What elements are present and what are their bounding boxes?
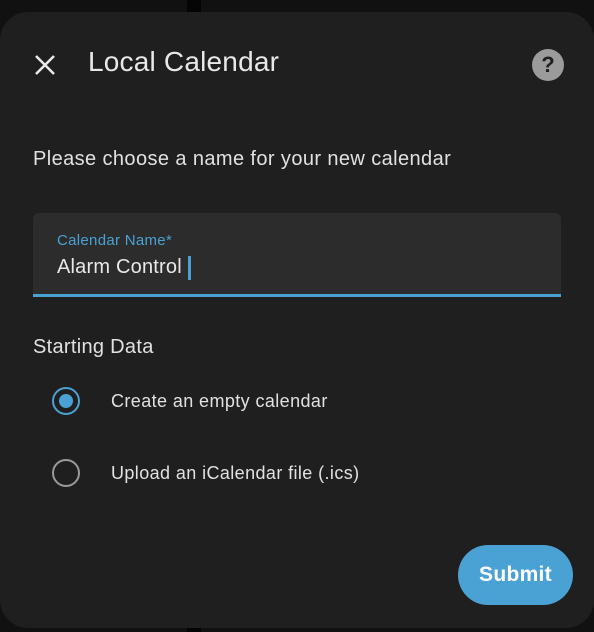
help-circle-icon: ? [541,52,555,77]
radio-option-upload-ics[interactable]: Upload an iCalendar file (.ics) [52,455,360,491]
close-button[interactable] [28,48,62,82]
radio-dot [59,394,73,408]
radio-button-checked[interactable] [52,387,80,415]
calendar-name-label: Calendar Name* [57,232,173,249]
radio-option-empty-calendar[interactable]: Create an empty calendar [52,383,328,419]
radio-label-empty-calendar: Create an empty calendar [111,390,328,411]
help-button[interactable]: ? [532,49,564,81]
starting-data-title: Starting Data [33,336,154,358]
submit-button[interactable]: Submit [458,545,573,605]
text-caret [188,256,191,280]
dialog-description: Please choose a name for your new calend… [33,148,452,170]
dialog-title: Local Calendar [88,46,280,77]
calendar-name-input[interactable] [57,253,537,281]
calendar-name-field[interactable]: Calendar Name* [33,213,561,297]
close-icon [35,55,55,75]
local-calendar-dialog: Local Calendar ? Please choose a name fo… [0,12,594,628]
radio-button-unchecked[interactable] [52,459,80,487]
radio-label-upload-ics: Upload an iCalendar file (.ics) [111,462,360,483]
